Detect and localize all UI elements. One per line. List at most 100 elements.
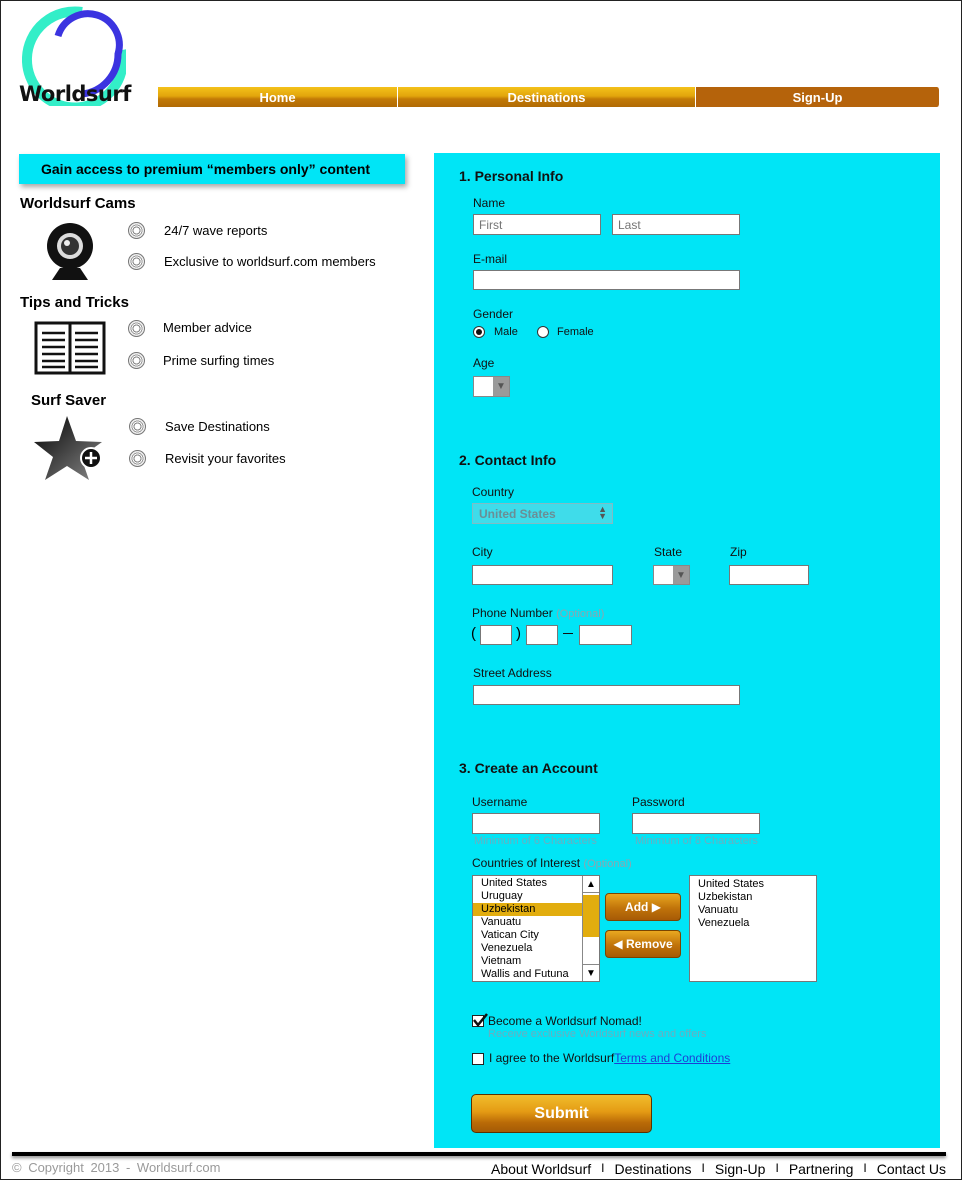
city-input[interactable] [472,565,613,585]
scroll-down-icon[interactable]: ▼ [583,964,599,981]
feature-exclusive: Exclusive to worldsurf.com members [164,254,376,269]
countries-label-text: Countries of Interest [472,856,581,870]
terms-link[interactable]: Terms and Conditions [614,1051,730,1065]
nomad-checkbox[interactable] [472,1013,488,1027]
copyright-text: © Copyright 2013 - Worldsurf.com [12,1160,221,1175]
username-hint: Minimum of 6 Characters [474,835,597,847]
section-title-saver: Surf Saver [31,392,107,409]
footer-link-destinations[interactable]: Destinations [614,1161,691,1177]
personal-info-heading: 1. Personal Info [459,168,564,184]
last-name-input[interactable] [612,214,740,235]
list-item[interactable]: Vatican City [473,929,583,942]
logo-text[interactable]: Worldsurf [19,82,131,106]
signup-form-panel [434,153,940,1148]
phone-dash [563,633,573,634]
footer-divider [12,1152,946,1156]
gender-male-label: Male [494,326,518,338]
city-label: City [472,545,493,559]
footer-separator: I [863,1161,867,1175]
first-name-input[interactable] [473,214,601,235]
footer-link-contact[interactable]: Contact Us [877,1161,946,1177]
footer-separator: I [775,1161,779,1175]
list-item[interactable]: Uzbekistan [690,891,816,904]
countries-optional: (Optional) [583,858,632,870]
feature-prime-times: Prime surfing times [163,353,275,368]
remove-country-button[interactable]: ◀ Remove [605,930,681,958]
age-select[interactable]: ▼ [473,376,510,397]
feature-save-destinations: Save Destinations [165,419,270,434]
available-countries-list[interactable]: United States Uruguay Uzbekistan Vanuatu… [472,875,600,982]
gender-label: Gender [473,307,514,321]
phone-close-paren: ) [516,625,521,642]
dropdown-arrow-icon: ▼ [673,566,689,584]
nomad-label: Become a Worldsurf Nomad! [488,1014,642,1028]
feature-bullet-icon [128,352,145,369]
list-item[interactable]: Venezuela [690,917,816,930]
gender-female-label: Female [557,326,594,338]
list-scrollbar[interactable]: ▲ ▼ [582,876,599,981]
country-value: United States [479,507,556,521]
nav-home[interactable]: Home [158,87,398,107]
feature-bullet-icon [129,418,146,435]
phone-prefix-input[interactable] [526,625,558,645]
footer-link-partnering[interactable]: Partnering [789,1161,854,1177]
footer-link-signup[interactable]: Sign-Up [715,1161,766,1177]
phone-area-input[interactable] [480,625,512,645]
list-item[interactable]: Uruguay [473,890,583,903]
email-label: E-mail [473,252,508,266]
scroll-thumb[interactable] [583,895,599,937]
add-country-button[interactable]: Add ▶ [605,893,681,921]
updown-arrow-icon: ▲ ▼ [598,504,607,521]
feature-bullet-icon [128,222,145,239]
nomad-hint: Receive exclusive Worldsurf news and off… [488,1028,707,1040]
account-heading: 3. Create an Account [459,760,598,776]
selected-countries-list[interactable]: United States Uzbekistan Vanuatu Venezue… [689,875,817,982]
checkmark-icon [473,1013,488,1027]
footer-link-about[interactable]: About Worldsurf [491,1161,591,1177]
password-hint: Minimum of 8 Characters [635,835,758,847]
email-input[interactable] [473,270,740,290]
book-icon [34,321,106,375]
countries-label: Countries of Interest (Optional) [472,856,632,870]
country-select[interactable]: United States ▲ ▼ [472,503,613,524]
feature-wave-reports: 24/7 wave reports [164,223,268,238]
zip-input[interactable] [729,565,809,585]
list-item[interactable]: Wallis and Futuna [473,968,583,981]
gender-female-radio[interactable] [537,326,549,338]
scroll-up-icon[interactable]: ▲ [583,876,599,893]
section-title-cams: Worldsurf Cams [20,195,136,212]
street-input[interactable] [473,685,740,705]
list-item[interactable]: Vanuatu [473,916,583,929]
state-select[interactable]: ▼ [653,565,690,585]
promo-banner: Gain access to premium “members only” co… [19,154,405,184]
phone-line-input[interactable] [579,625,632,645]
list-item[interactable]: Vietnam [473,955,583,968]
list-item-selected[interactable]: Uzbekistan [473,903,583,916]
section-title-tips: Tips and Tricks [20,294,129,311]
password-input[interactable] [632,813,760,834]
footer-separator: I [701,1161,705,1175]
main-nav: Home Destinations Sign-Up [158,87,940,107]
state-label: State [654,545,683,559]
list-item[interactable]: United States [690,878,816,891]
contact-info-heading: 2. Contact Info [459,452,557,468]
list-item[interactable]: Vanuatu [690,904,816,917]
footer-nav: About Worldsurf I Destinations I Sign-Up… [491,1161,946,1177]
age-label: Age [473,356,495,370]
nav-sign-up[interactable]: Sign-Up [696,87,940,107]
agree-checkbox[interactable] [472,1053,484,1065]
username-label: Username [472,795,528,809]
footer-separator: I [601,1161,605,1175]
gender-male-radio[interactable] [473,326,485,338]
feature-bullet-icon [128,320,145,337]
username-input[interactable] [472,813,600,834]
feature-member-advice: Member advice [163,320,252,335]
dropdown-arrow-icon: ▼ [493,377,509,396]
submit-button[interactable]: Submit [471,1094,652,1133]
phone-label: Phone Number (Optional) [472,606,604,620]
nav-destinations[interactable]: Destinations [398,87,696,107]
list-item[interactable]: Venezuela [473,942,583,955]
list-item[interactable]: United States [473,877,583,890]
star-plus-icon [34,416,102,480]
agree-label: I agree to the WorldsurfTerms and Condit… [489,1051,730,1065]
